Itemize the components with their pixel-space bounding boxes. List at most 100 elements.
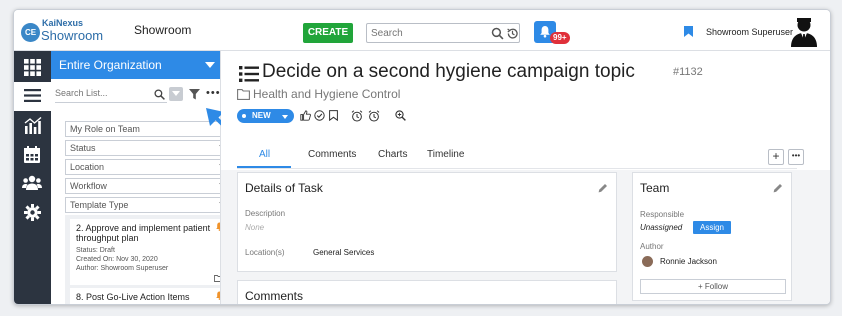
global-search[interactable]: [366, 23, 520, 43]
org-name: Showroom: [134, 23, 192, 37]
more-actions-button[interactable]: •••: [788, 149, 804, 165]
tab-all[interactable]: All: [259, 149, 270, 160]
details-card-title: Details of Task: [245, 181, 323, 195]
history-icon[interactable]: [506, 27, 519, 40]
create-button[interactable]: CREATE: [303, 23, 353, 43]
sidebar-item-dashboard[interactable]: [14, 53, 51, 82]
filter-label: Template Type: [70, 200, 129, 210]
global-search-input[interactable]: [371, 26, 481, 40]
tab-timeline[interactable]: Timeline: [427, 149, 464, 160]
description-value: None: [245, 223, 265, 232]
chart-icon: [24, 117, 42, 134]
list-item[interactable]: 8. Post Go-Live Action Items: [70, 288, 220, 304]
more-options-icon: •••: [791, 151, 801, 160]
bookmark-icon[interactable]: [684, 26, 693, 37]
top-bar: CE KaiNexus Showroom Showroom CREATE 99+…: [14, 10, 830, 51]
sidebar-item-charts[interactable]: [14, 111, 51, 140]
people-icon: [22, 175, 42, 190]
list-item-status: Status: Draft: [76, 247, 115, 254]
pencil-icon[interactable]: [773, 183, 783, 193]
tabs-divider: [237, 168, 797, 169]
pencil-icon[interactable]: [598, 183, 608, 193]
alarm-icon[interactable]: [351, 110, 363, 122]
location-label: Location(s): [245, 248, 285, 257]
plus-icon: +: [772, 149, 780, 163]
filter-icon[interactable]: [189, 89, 200, 100]
search-options-dropdown[interactable]: [169, 87, 183, 101]
bookmark-outline-icon[interactable]: [329, 110, 338, 121]
sidebar-item-people[interactable]: [14, 169, 51, 198]
filter-workflow[interactable]: Workflow: [65, 178, 220, 194]
sidebar-item-settings[interactable]: [14, 198, 51, 227]
plus-icon: +: [697, 282, 705, 291]
status-dropdown[interactable]: NEW: [237, 109, 294, 123]
zoom-in-icon[interactable]: [395, 110, 406, 121]
filter-label: My Role on Team: [70, 124, 140, 134]
list-item[interactable]: 2. Approve and implement patient through…: [70, 219, 220, 285]
filter-label: Status: [70, 143, 96, 153]
comments-card: Comments: [237, 280, 617, 304]
author-label: Author: [640, 242, 664, 251]
org-selector-label: Entire Organization: [59, 58, 162, 72]
tab-comments[interactable]: Comments: [308, 149, 356, 160]
list-item-title: 2. Approve and implement patient through…: [76, 223, 211, 243]
description-label: Description: [245, 209, 286, 218]
search-icon[interactable]: [154, 89, 165, 100]
details-card: Details of Task Description None Locatio…: [237, 172, 617, 272]
filter-location[interactable]: Location: [65, 159, 220, 175]
list-item-author: Author: Showroom Superuser: [76, 265, 169, 272]
folder-icon: [214, 275, 220, 282]
alarm-icon[interactable]: [368, 110, 380, 122]
add-button[interactable]: +: [768, 149, 784, 165]
filter-label: Location: [70, 162, 105, 172]
author-value[interactable]: Ronnie Jackson: [660, 257, 717, 266]
sidebar-item-lists[interactable]: [14, 82, 51, 111]
task-title: Decide on a second hygiene campaign topi…: [262, 61, 635, 82]
list-panel: Entire Organization ••• My Role on Team …: [51, 51, 221, 304]
calendar-icon: [24, 146, 40, 163]
org-selector[interactable]: Entire Organization: [51, 51, 220, 79]
task-list-icon: [239, 66, 259, 82]
list-icon: [24, 89, 41, 102]
thumbs-up-icon[interactable]: [300, 110, 311, 121]
logo-badge: CE: [21, 23, 40, 42]
tab-charts[interactable]: Charts: [378, 149, 407, 160]
team-card: Team Responsible Unassigned Assign Autho…: [632, 172, 792, 301]
user-avatar-icon[interactable]: [789, 15, 819, 47]
team-card-title: Team: [640, 181, 670, 195]
task-folder-link[interactable]: Health and Hygiene Control: [253, 87, 400, 101]
grid-icon: [24, 59, 41, 76]
more-options-icon[interactable]: •••: [206, 87, 220, 99]
filter-status[interactable]: Status: [65, 140, 220, 156]
responsible-value: Unassigned: [640, 223, 683, 232]
check-circle-icon[interactable]: [314, 110, 325, 121]
list-search-input[interactable]: [55, 88, 147, 98]
location-value: General Services: [313, 248, 375, 257]
list-items: 2. Approve and implement patient through…: [65, 215, 220, 304]
author-avatar: [642, 256, 653, 267]
chevron-down-icon: [205, 62, 215, 68]
notification-count-badge: 99+: [550, 32, 570, 44]
assign-button[interactable]: Assign: [693, 221, 731, 234]
user-name[interactable]: Showroom Superuser: [706, 27, 793, 37]
search-icon[interactable]: [491, 27, 504, 40]
filter-template-type[interactable]: Template Type: [65, 197, 220, 213]
app-window: CE KaiNexus Showroom Showroom CREATE 99+…: [13, 9, 831, 305]
responsible-label: Responsible: [640, 210, 685, 219]
comments-card-title: Comments: [245, 289, 304, 303]
task-header: Decide on a second hygiene campaign topi…: [221, 51, 830, 170]
filter-my-role[interactable]: My Role on Team: [65, 121, 220, 137]
app-sidebar: [14, 51, 51, 304]
filter-label: Workflow: [70, 181, 107, 191]
task-main: Decide on a second hygiene campaign topi…: [221, 51, 830, 304]
list-search[interactable]: [55, 87, 167, 103]
logo-showroom-text: Showroom: [41, 28, 104, 43]
folder-icon: [237, 89, 250, 100]
sidebar-item-calendar[interactable]: [14, 140, 51, 169]
task-id: #1132: [673, 66, 703, 78]
kainexus-logo[interactable]: CE KaiNexus Showroom: [21, 17, 107, 45]
follow-label: Follow: [704, 282, 729, 291]
follow-button[interactable]: + Follow: [640, 279, 786, 294]
list-item-title: 8. Post Go-Live Action Items: [76, 292, 190, 302]
gear-icon: [24, 204, 41, 221]
